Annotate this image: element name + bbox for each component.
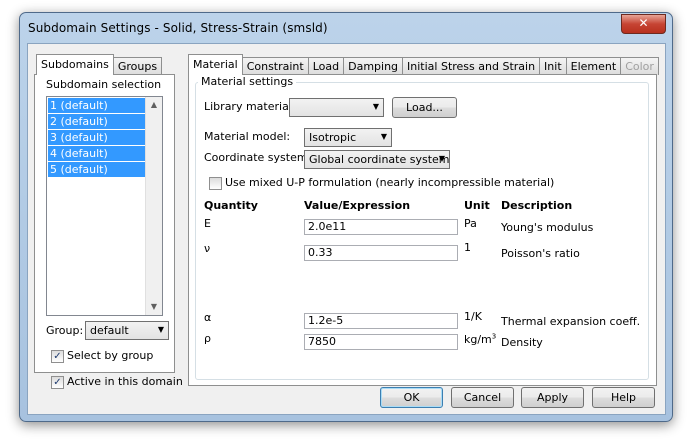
tab-color: Color [620, 57, 659, 75]
coordinate-system-combo[interactable]: Global coordinate system ▼ [304, 150, 450, 169]
chevron-down-icon: ▼ [372, 102, 379, 111]
youngs-modulus-input[interactable]: 2.0e11 [304, 219, 458, 235]
list-item[interactable]: 1 (default) [48, 98, 154, 113]
material-model-combo[interactable]: Isotropic ▼ [304, 128, 392, 147]
group-label: Group: [46, 324, 84, 337]
group-combo[interactable]: default ▼ [85, 321, 169, 340]
cancel-button[interactable]: Cancel [451, 387, 514, 408]
tab-damping[interactable]: Damping [343, 57, 404, 75]
coordinate-system-label: Coordinate system: [204, 151, 312, 164]
unit-cell: 1/K [464, 310, 482, 323]
dialog-client: Subdomains Groups Subdomain selection 1 … [27, 43, 666, 415]
subdomains-panel: Subdomain selection 1 (default) 2 (defau… [34, 74, 183, 389]
select-by-group-label: Select by group [67, 349, 154, 362]
chevron-down-icon: ▼ [438, 154, 445, 163]
load-material-button[interactable]: Load... [392, 97, 457, 118]
tab-element[interactable]: Element [565, 57, 622, 75]
tab-constraint[interactable]: Constraint [241, 57, 309, 75]
material-model-label: Material model: [204, 130, 291, 143]
mixed-up-checkbox[interactable] [209, 177, 222, 190]
header-value: Value/Expression [304, 199, 411, 212]
window-title: Subdomain Settings - Solid, Stress-Strai… [28, 21, 328, 35]
tab-material[interactable]: Material [188, 54, 243, 75]
scroll-up-icon[interactable]: ▲ [146, 97, 162, 113]
thermal-expansion-input[interactable]: 1.2e-5 [304, 313, 458, 329]
coordinate-system-value: Global coordinate system [309, 153, 450, 166]
header-quantity: Quantity [204, 199, 258, 212]
density-input[interactable]: 7850 [304, 334, 458, 350]
quantity-cell: α [204, 311, 212, 324]
help-button[interactable]: Help [592, 387, 655, 408]
select-by-group-checkbox[interactable]: ✓ [51, 350, 64, 363]
unit-cell: kg/m3 [464, 332, 497, 346]
header-unit: Unit [464, 199, 490, 212]
library-material-label: Library material: [204, 100, 296, 113]
left-tab-strip: Subdomains Groups [36, 54, 163, 75]
list-item[interactable]: 3 (default) [48, 130, 154, 145]
dialog-window: Subdomain Settings - Solid, Stress-Strai… [19, 12, 673, 422]
description-cell: Thermal expansion coeff. [501, 315, 641, 328]
poissons-ratio-input[interactable]: 0.33 [304, 245, 458, 261]
material-model-value: Isotropic [309, 131, 357, 144]
active-in-domain-checkbox[interactable]: ✓ [51, 376, 64, 389]
tab-init[interactable]: Init [539, 57, 567, 75]
tab-initial-stress-strain[interactable]: Initial Stress and Strain [402, 57, 541, 75]
subdomain-selection-label: Subdomain selection [46, 78, 162, 91]
tab-subdomains[interactable]: Subdomains [36, 54, 114, 75]
apply-button[interactable]: Apply [521, 387, 584, 408]
header-description: Description [501, 199, 573, 212]
chevron-down-icon: ▼ [157, 325, 164, 334]
material-panel: Material settings Library material: ▼ Lo… [188, 74, 657, 386]
title-bar[interactable]: Subdomain Settings - Solid, Stress-Strai… [20, 13, 672, 43]
quantity-cell: ρ [204, 332, 211, 345]
scroll-down-icon[interactable]: ▼ [146, 299, 162, 315]
list-item[interactable]: 5 (default) [48, 162, 154, 177]
right-tab-strip: Material Constraint Load Damping Initial… [188, 54, 659, 75]
unit-cell: 1 [464, 241, 471, 254]
tab-load[interactable]: Load [307, 57, 345, 75]
library-material-combo[interactable]: ▼ [289, 98, 384, 117]
material-settings-legend: Material settings [198, 75, 297, 88]
chevron-down-icon: ▼ [380, 132, 387, 141]
close-button[interactable]: ✕ [621, 14, 666, 34]
listbox-scrollbar[interactable]: ▲ ▼ [145, 97, 162, 315]
check-icon: ✓ [53, 377, 62, 388]
check-icon: ✓ [53, 351, 62, 362]
subdomain-listbox[interactable]: 1 (default) 2 (default) 3 (default) 4 (d… [46, 96, 163, 316]
unit-cell: Pa [464, 217, 477, 230]
description-cell: Young's modulus [501, 221, 594, 234]
close-icon: ✕ [638, 16, 649, 30]
active-in-domain-label: Active in this domain [67, 375, 183, 388]
list-item[interactable]: 2 (default) [48, 114, 154, 129]
tab-groups[interactable]: Groups [112, 57, 163, 75]
mixed-up-label: Use mixed U-P formulation (nearly incomp… [225, 176, 555, 189]
quantity-cell: E [204, 217, 211, 230]
quantity-cell: ν [204, 242, 211, 255]
description-cell: Poisson's ratio [501, 247, 580, 260]
ok-button[interactable]: OK [380, 387, 443, 408]
list-item[interactable]: 4 (default) [48, 146, 154, 161]
description-cell: Density [501, 336, 543, 349]
group-combo-value: default [90, 324, 129, 337]
